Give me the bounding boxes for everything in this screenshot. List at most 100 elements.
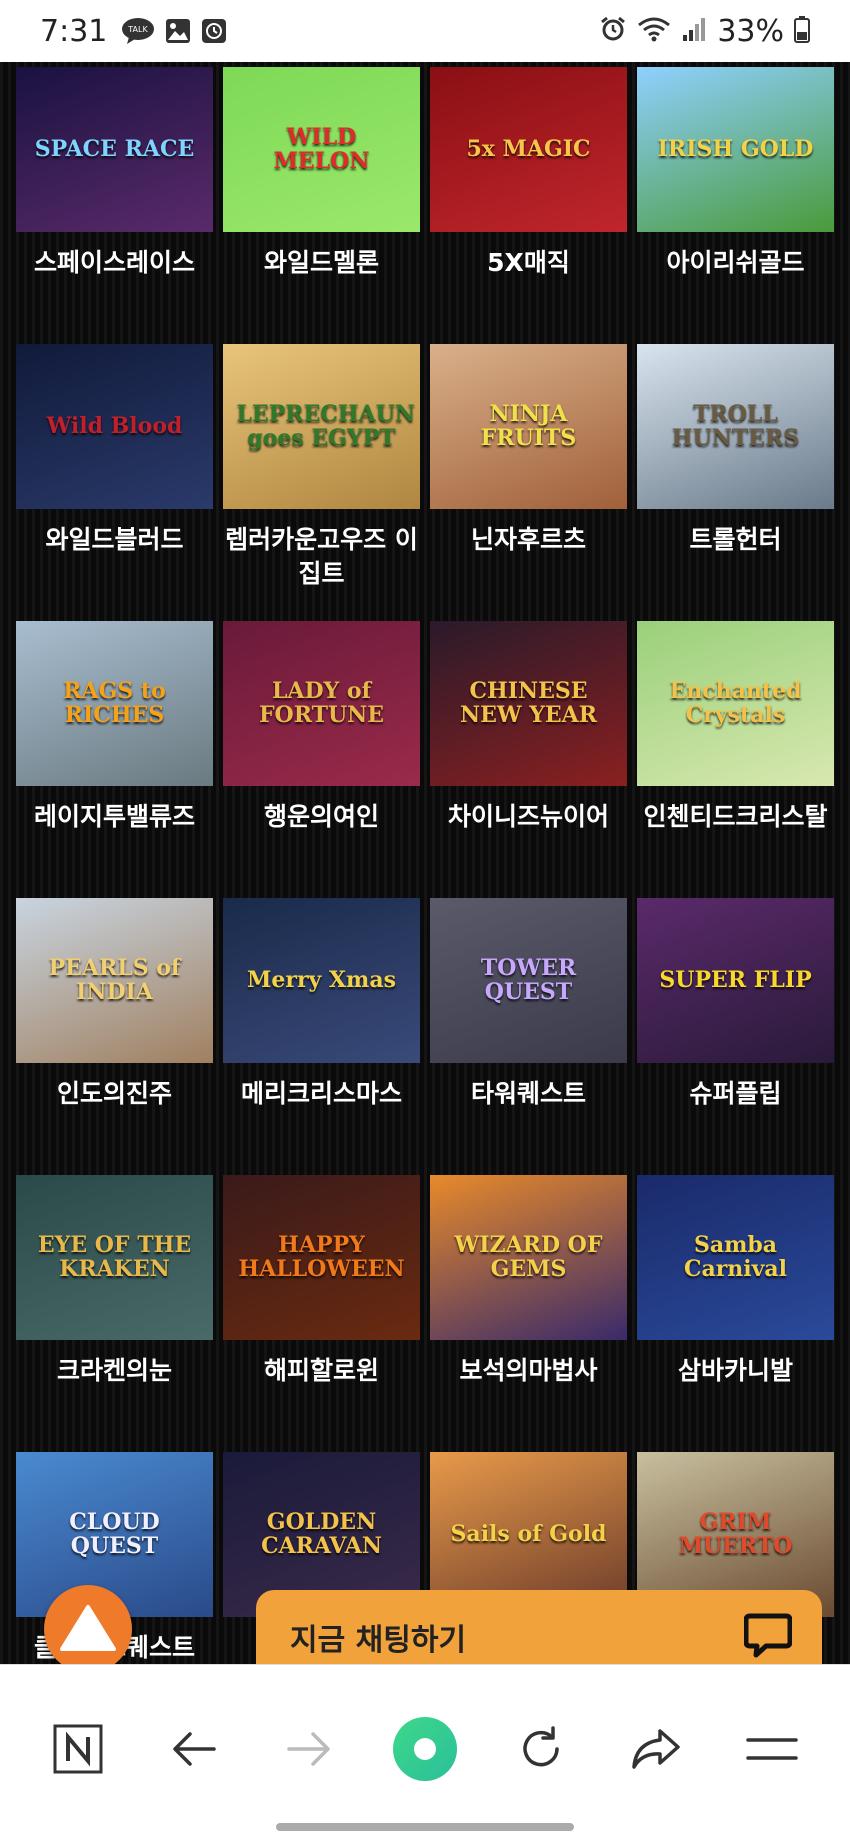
game-card[interactable]: WIZARD OF GEMS 보석의마법사 bbox=[430, 1175, 627, 1452]
game-logo: GOLDEN CARAVAN bbox=[261, 1509, 382, 1559]
game-card[interactable]: LEPRECHAUN goes EGYPT 렙러카운고우즈 이집트 bbox=[223, 344, 420, 621]
game-logo: WIZARD OF GEMS bbox=[454, 1232, 603, 1282]
game-thumbnail[interactable]: NINJA FRUITS bbox=[430, 344, 627, 509]
game-card[interactable]: CHINESE NEW YEAR 차이니즈뉴이어 bbox=[430, 621, 627, 898]
game-thumbnail[interactable]: CLOUD QUEST bbox=[16, 1452, 213, 1617]
talk-icon: TALK bbox=[121, 17, 155, 45]
game-logo: SUPER FLIP bbox=[659, 966, 812, 993]
game-logo: EYE OF THE KRAKEN bbox=[37, 1232, 192, 1282]
game-card[interactable]: 5x MAGIC 5X매직 bbox=[430, 67, 627, 344]
game-thumbnail[interactable]: HAPPY HALLOWEEN bbox=[223, 1175, 420, 1340]
status-bar: 7:31 TALK 33% bbox=[0, 0, 850, 62]
game-logo: 5x MAGIC bbox=[466, 135, 591, 162]
game-card[interactable]: Merry Xmas 메리크리스마스 bbox=[223, 898, 420, 1175]
game-card[interactable]: LADY of FORTUNE 행운의여인 bbox=[223, 621, 420, 898]
game-logo: LADY of FORTUNE bbox=[258, 678, 385, 728]
game-thumbnail[interactable]: 5x MAGIC bbox=[430, 67, 627, 232]
game-logo: IRISH GOLD bbox=[657, 135, 814, 162]
reload-button[interactable] bbox=[501, 1709, 581, 1789]
browser-toolbar bbox=[0, 1664, 850, 1843]
game-thumbnail[interactable]: SPACE RACE bbox=[16, 67, 213, 232]
gallery-icon bbox=[165, 18, 191, 44]
forward-button[interactable] bbox=[269, 1709, 349, 1789]
game-logo: Wild Blood bbox=[46, 412, 183, 439]
chat-now-label: 지금 채팅하기 bbox=[290, 1623, 467, 1658]
game-title: 닌자후르츠 bbox=[470, 525, 586, 554]
game-thumbnail[interactable]: WILD MELON bbox=[223, 67, 420, 232]
game-card[interactable]: EYE OF THE KRAKEN 크라켄의눈 bbox=[16, 1175, 213, 1452]
game-thumbnail[interactable]: Enchanted Crystals bbox=[637, 621, 834, 786]
game-logo: NINJA FRUITS bbox=[480, 401, 577, 451]
game-thumbnail[interactable]: TROLL HUNTERS bbox=[637, 344, 834, 509]
chat-bubble-icon bbox=[743, 1612, 793, 1662]
game-logo: Samba Carnival bbox=[683, 1232, 788, 1282]
game-thumbnail[interactable]: RAGS to RICHES bbox=[16, 621, 213, 786]
wifi-icon bbox=[637, 15, 671, 47]
gesture-bar bbox=[276, 1823, 574, 1831]
game-card[interactable]: SPACE RACE 스페이스레이스 bbox=[16, 67, 213, 344]
game-thumbnail[interactable]: LADY of FORTUNE bbox=[223, 621, 420, 786]
game-title: 슈퍼플립 bbox=[689, 1079, 782, 1108]
svg-text:TALK: TALK bbox=[128, 25, 149, 34]
game-logo: Merry Xmas bbox=[247, 966, 396, 993]
reload-icon bbox=[522, 1726, 559, 1767]
game-logo: SPACE RACE bbox=[34, 135, 195, 162]
game-card[interactable]: NINJA FRUITS 닌자후르츠 bbox=[430, 344, 627, 621]
game-logo: CHINESE NEW YEAR bbox=[459, 678, 598, 728]
share-button[interactable] bbox=[616, 1709, 696, 1789]
game-card[interactable]: IRISH GOLD 아이리쉬골드 bbox=[637, 67, 834, 344]
game-title: 렙러카운고우즈 이집트 bbox=[225, 525, 418, 588]
alarm-icon bbox=[599, 15, 627, 47]
game-card[interactable]: HAPPY HALLOWEEN 해피할로윈 bbox=[223, 1175, 420, 1452]
game-title: 해피할로윈 bbox=[263, 1356, 379, 1385]
game-logo: HAPPY HALLOWEEN bbox=[238, 1232, 405, 1282]
game-title: 차이니즈뉴이어 bbox=[447, 802, 609, 831]
share-icon bbox=[632, 1729, 681, 1769]
game-thumbnail[interactable]: CHINESE NEW YEAR bbox=[430, 621, 627, 786]
forward-arrow-icon bbox=[287, 1732, 330, 1766]
signal-icon bbox=[681, 15, 707, 47]
game-card[interactable]: Enchanted Crystals 인첸티드크리스탈 bbox=[637, 621, 834, 898]
game-thumbnail[interactable]: TOWER QUEST bbox=[430, 898, 627, 1063]
game-logo: GRIM MUERTO bbox=[678, 1509, 793, 1559]
game-card[interactable]: Wild Blood 와일드블러드 bbox=[16, 344, 213, 621]
game-card[interactable]: WILD MELON 와일드멜론 bbox=[223, 67, 420, 344]
game-card[interactable]: TROLL HUNTERS 트롤헌터 bbox=[637, 344, 834, 621]
game-thumbnail[interactable]: IRISH GOLD bbox=[637, 67, 834, 232]
game-logo: RAGS to RICHES bbox=[63, 678, 166, 728]
game-card[interactable]: PEARLS of INDIA 인도의진주 bbox=[16, 898, 213, 1175]
game-title: 아이리쉬골드 bbox=[666, 248, 805, 277]
game-title: 트롤헌터 bbox=[689, 525, 782, 554]
game-logo: LEPRECHAUN goes EGYPT bbox=[236, 401, 416, 451]
game-title: 타워퀘스트 bbox=[470, 1079, 586, 1108]
game-thumbnail[interactable]: Merry Xmas bbox=[223, 898, 420, 1063]
back-button[interactable] bbox=[154, 1709, 234, 1789]
game-thumbnail[interactable]: Samba Carnival bbox=[637, 1175, 834, 1340]
game-thumbnail[interactable]: LEPRECHAUN goes EGYPT bbox=[223, 344, 420, 509]
game-card[interactable]: SUPER FLIP 슈퍼플립 bbox=[637, 898, 834, 1175]
game-card[interactable]: Samba Carnival 삼바카니발 bbox=[637, 1175, 834, 1452]
game-title: 메리크리스마스 bbox=[240, 1079, 402, 1108]
game-logo: Enchanted Crystals bbox=[669, 678, 802, 728]
game-card[interactable]: TOWER QUEST 타워퀘스트 bbox=[430, 898, 627, 1175]
game-thumbnail[interactable]: Wild Blood bbox=[16, 344, 213, 509]
game-card[interactable]: RAGS to RICHES 레이지투밸류즈 bbox=[16, 621, 213, 898]
green-dot-button[interactable] bbox=[385, 1709, 465, 1789]
game-thumbnail[interactable]: EYE OF THE KRAKEN bbox=[16, 1175, 213, 1340]
game-thumbnail[interactable]: SUPER FLIP bbox=[637, 898, 834, 1063]
game-list[interactable]: SPACE RACE 스페이스레이스 WILD MELON 와일드멜론 5x MAGIC… bbox=[0, 62, 850, 1664]
game-logo: CLOUD QUEST bbox=[69, 1509, 160, 1559]
game-title: 와일드블러드 bbox=[45, 525, 184, 554]
game-title: 인도의진주 bbox=[56, 1079, 172, 1108]
game-title: 행운의여인 bbox=[263, 802, 379, 831]
game-thumbnail[interactable]: PEARLS of INDIA bbox=[16, 898, 213, 1063]
menu-button[interactable] bbox=[732, 1709, 812, 1789]
scroll-top-button[interactable] bbox=[44, 1585, 132, 1673]
naver-home-button[interactable] bbox=[38, 1709, 118, 1789]
game-thumbnail[interactable]: WIZARD OF GEMS bbox=[430, 1175, 627, 1340]
game-title: 레이지투밸류즈 bbox=[33, 802, 195, 831]
home-green-icon bbox=[392, 1717, 457, 1781]
status-time: 7:31 bbox=[40, 13, 108, 49]
game-title: 5X매직 bbox=[487, 248, 570, 277]
game-title: 스페이스레이스 bbox=[33, 248, 195, 277]
